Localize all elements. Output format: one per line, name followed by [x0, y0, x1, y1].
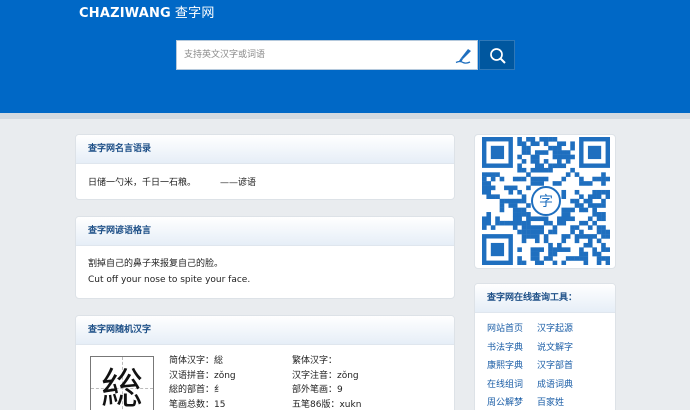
char-field: 简体汉字：総 [169, 356, 224, 366]
brand-cn: 查字网 [174, 6, 215, 21]
tool-link-dreams[interactable]: 周公解梦 [487, 396, 537, 410]
header-divider [0, 113, 690, 119]
tool-link-surnames[interactable]: 百家姓 [537, 396, 597, 410]
qr-code-image: 字 [482, 137, 610, 265]
char-field: 繁体汉字： [292, 356, 338, 366]
tool-link-origin[interactable]: 汉字起源 [537, 322, 597, 338]
search-input[interactable] [177, 41, 447, 69]
brush-icon[interactable] [454, 47, 474, 65]
tool-link-shuowen[interactable]: 说文解字 [537, 341, 597, 357]
char-field: 五笔86版：xukn [292, 399, 362, 410]
char-field: 汉字注音：zǒng [292, 370, 359, 381]
idiom-line-en: Cut off your nose to spite your face. [88, 275, 251, 285]
char-field: 総的部首：纟 [169, 385, 224, 395]
char-field: 汉语拼音：zǒng [169, 370, 236, 381]
char-grid-box: 総 [90, 356, 154, 410]
char-field: 笔画总数：15 [169, 399, 226, 410]
tool-link-home[interactable]: 网站首页 [487, 322, 537, 338]
tool-link-idioms[interactable]: 成语词典 [537, 378, 597, 394]
idiom-card-body: 割掉自己的鼻子来报复自己的脸。 Cut off your nose to spi… [76, 246, 454, 298]
quote-text: 日储一勺米，千日一石粮。 [88, 178, 197, 188]
tool-link-kangxi[interactable]: 康熙字典 [487, 359, 537, 375]
quote-card: 查字网名言语录 日储一勺米，千日一石粮。 ——谚语 [75, 134, 455, 200]
tools-card: 查字网在线查询工具： 网站首页 汉字起源 书法字典 说文解字 康熙字典 汉字部首… [474, 283, 616, 410]
tools-card-body: 网站首页 汉字起源 书法字典 说文解字 康熙字典 汉字部首 在线组词 成语词典 … [475, 313, 615, 410]
char-field: 部外笔画：9 [292, 385, 343, 395]
tool-link-calligraphy[interactable]: 书法字典 [487, 341, 537, 357]
char-info-left: 简体汉字：総 汉语拼音：zǒng 総的部首：纟 笔画总数：15 [169, 354, 236, 410]
search-button[interactable] [479, 40, 515, 70]
quote-author: ——谚语 [220, 178, 257, 188]
tool-link-radicals[interactable]: 汉字部首 [537, 359, 597, 375]
quote-card-title: 查字网名言语录 [76, 135, 454, 164]
qr-center-glyph: 字 [539, 194, 553, 210]
site-header: CHAZIWANG 查字网 [0, 0, 690, 113]
idiom-card-title: 查字网谚语格言 [76, 217, 454, 246]
idiom-card: 查字网谚语格言 割掉自己的鼻子来报复自己的脸。 Cut off your nos… [75, 216, 455, 299]
random-char-card-title: 查字网随机汉字 [76, 316, 454, 345]
idiom-line-cn: 割掉自己的鼻子来报复自己的脸。 [88, 259, 224, 269]
quote-card-body: 日储一勺米，千日一石粮。 ——谚语 [76, 164, 454, 199]
brand-en: CHAZIWANG [79, 6, 171, 21]
tool-link-words[interactable]: 在线组词 [487, 378, 537, 394]
qr-code-card: 字 [474, 134, 616, 269]
random-char-card: 查字网随机汉字 総 简体汉字：総 汉语拼音：zǒng 総的部首：纟 笔画总数：1… [75, 315, 455, 410]
char-info-right: 繁体汉字： 汉字注音：zǒng 部外笔画：9 五笔86版：xukn [292, 354, 361, 410]
search-box [176, 40, 478, 70]
search-icon [490, 48, 506, 64]
tools-links: 网站首页 汉字起源 书法字典 说文解字 康熙字典 汉字部首 在线组词 成语词典 … [487, 322, 603, 410]
tools-card-title: 查字网在线查询工具： [475, 284, 615, 313]
random-character: 総 [100, 364, 143, 410]
site-logo[interactable]: CHAZIWANG 查字网 [79, 2, 215, 21]
